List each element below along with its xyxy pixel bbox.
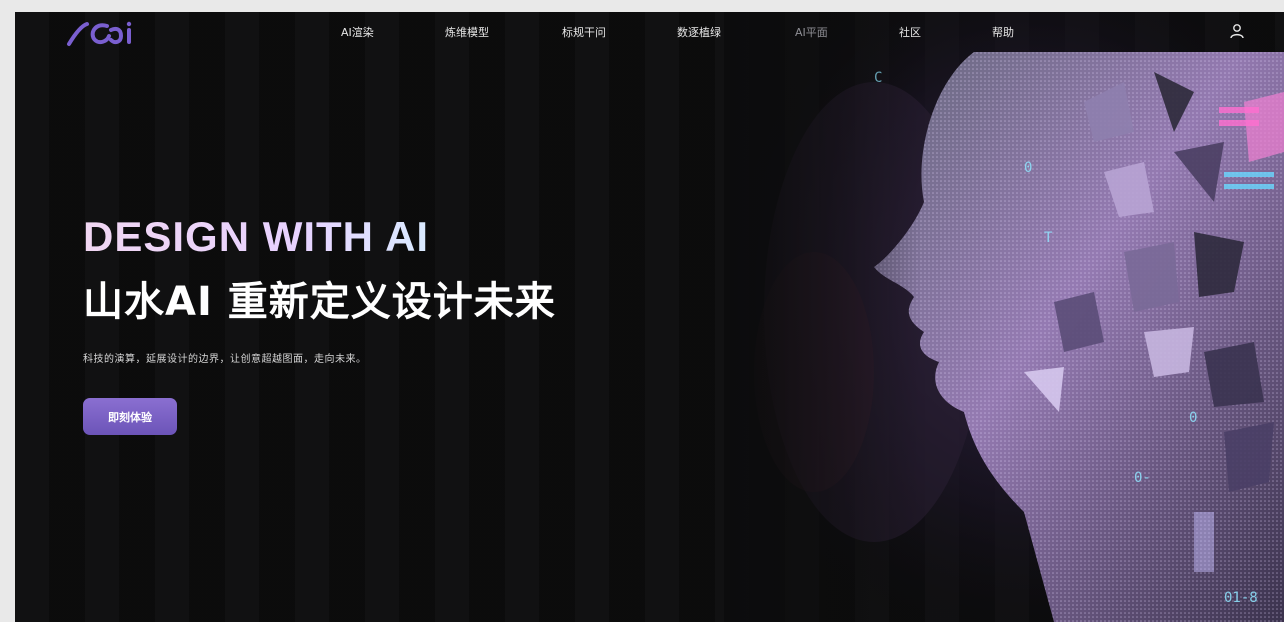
hero-title-cn: 山水AI 重新定义设计未来 [83, 279, 556, 325]
hero-title-en: DESIGN WITH AI [83, 212, 556, 262]
nav-item-planting[interactable]: 数逐植绿 [677, 24, 721, 40]
nav-item-model[interactable]: 炼维模型 [445, 24, 489, 40]
user-icon[interactable] [1229, 23, 1245, 39]
top-navbar: AI渲染 炼维模型 标规干问 数逐植绿 AI平面 社区 帮助 [15, 12, 1284, 52]
nav-item-standards[interactable]: 标规干问 [562, 24, 606, 40]
nav-item-help[interactable]: 帮助 [992, 24, 1014, 40]
nav-item-ai-graphic[interactable]: AI平面 [795, 24, 828, 40]
page-frame: 0 T 0 0- 01-8 C [15, 12, 1284, 622]
hero-face-illustration: 0 T 0 0- 01-8 C [724, 12, 1284, 622]
nav-item-community[interactable]: 社区 [899, 24, 921, 40]
hero-subtitle: 科技的演算，延展设计的边界，让创意超越图面，走向未来。 [83, 354, 367, 365]
try-now-button[interactable]: 即刻体验 [83, 398, 177, 435]
hero-content: DESIGN WITH AI 山水AI 重新定义设计未来 科技的演算，延展设计的… [83, 212, 556, 365]
nav-item-ai-render[interactable]: AI渲染 [341, 24, 374, 40]
brand-logo[interactable] [65, 18, 141, 48]
